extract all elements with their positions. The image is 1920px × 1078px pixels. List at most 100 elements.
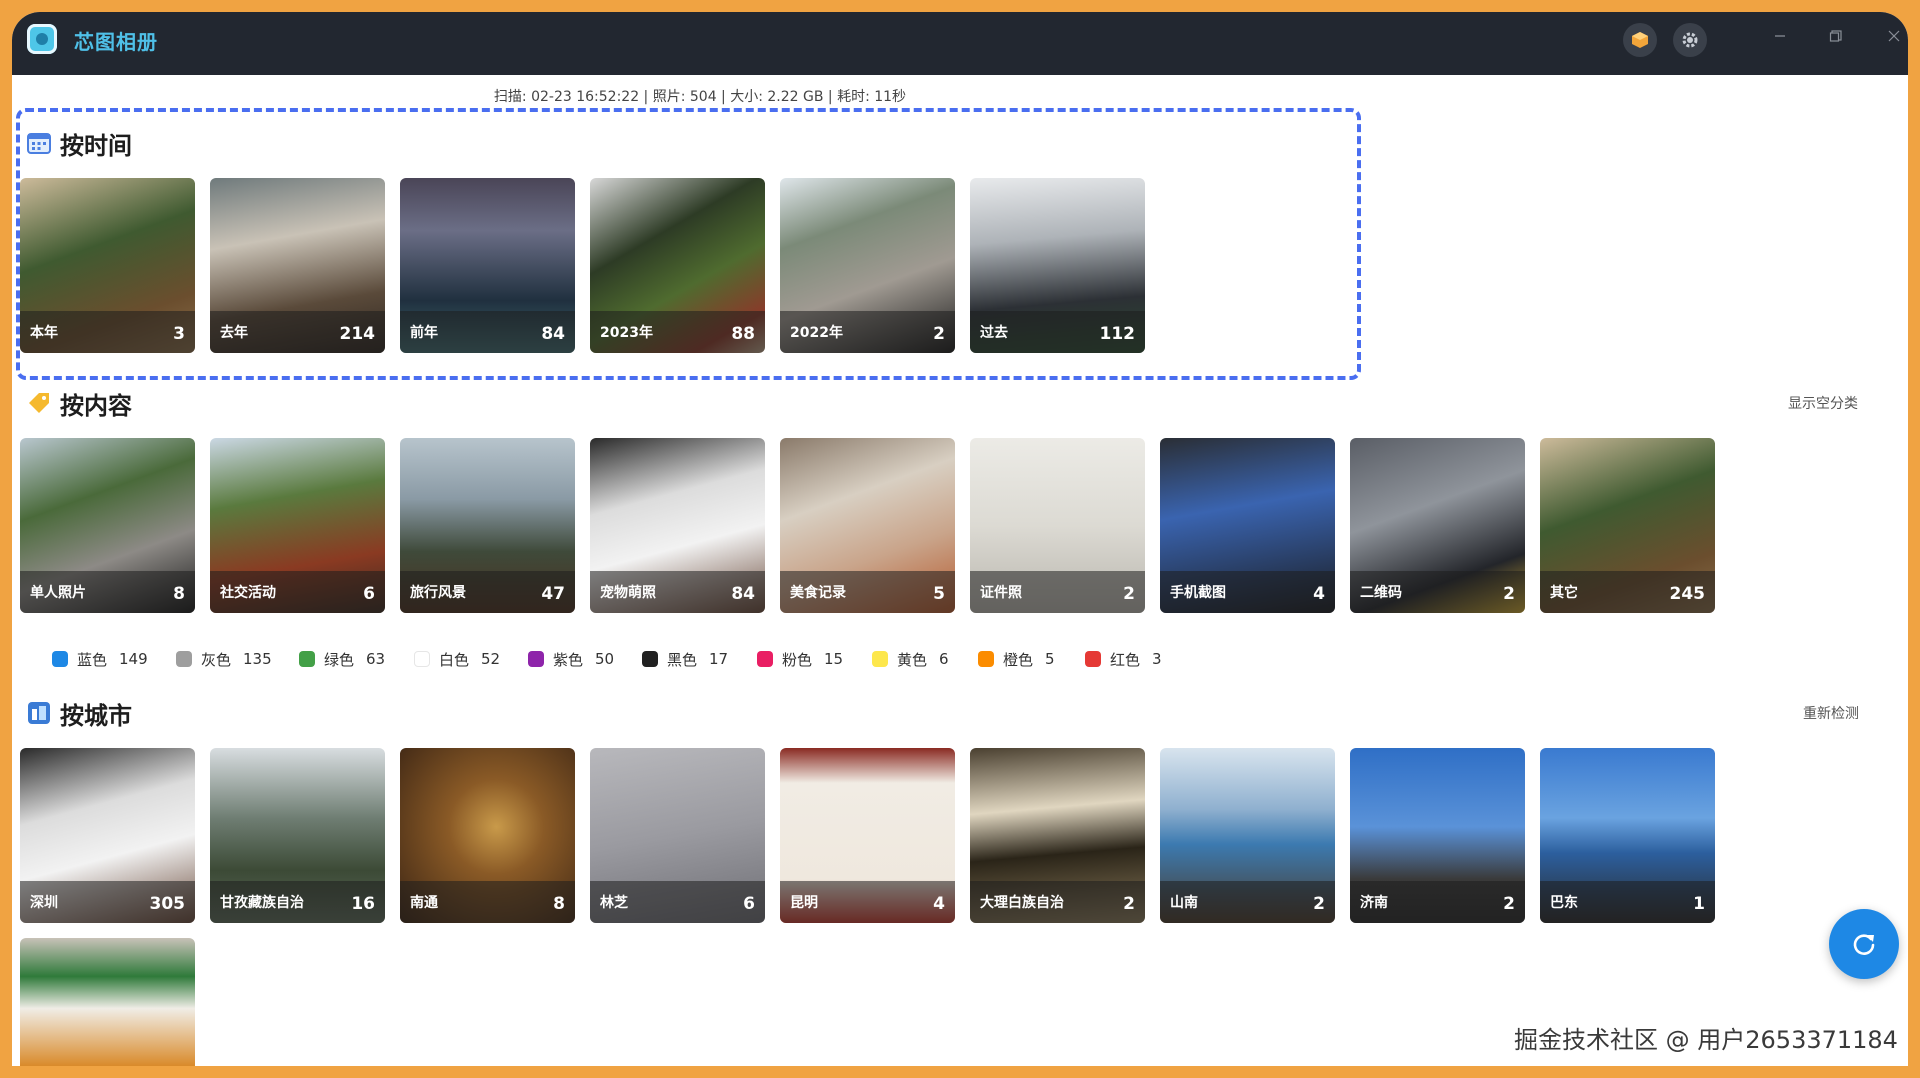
tile-label: 巴东 [1550, 895, 1578, 911]
tile-city[interactable]: 深圳 305 [20, 748, 195, 923]
tile-content[interactable]: 手机截图 4 [1160, 438, 1335, 613]
color-swatch [176, 651, 192, 667]
show-empty-categories-link[interactable]: 显示空分类 [1788, 393, 1858, 413]
tile-count: 8 [173, 584, 185, 604]
tile-label: 昆明 [790, 895, 818, 911]
tile-city[interactable]: 大理白族自治 2 [970, 748, 1145, 923]
tile-count: 2 [1503, 584, 1515, 604]
watermark: 掘金技术社区 @ 用户2653371184 [1514, 1026, 1898, 1054]
tile-label: 美食记录 [790, 585, 846, 601]
tile-label: 甘孜藏族自治 [220, 895, 304, 911]
color-filter-pink[interactable]: 粉色 15 [757, 648, 843, 670]
tile-label: 手机截图 [1170, 585, 1226, 601]
color-swatch [52, 651, 68, 667]
tile-label: 济南 [1360, 895, 1388, 911]
tile-label: 林芝 [600, 895, 628, 911]
color-swatch [872, 651, 888, 667]
tile-count: 88 [731, 324, 755, 344]
color-swatch [528, 651, 544, 667]
redetect-link[interactable]: 重新检测 [1803, 703, 1859, 723]
tile-content[interactable]: 证件照 2 [970, 438, 1145, 613]
color-swatch [299, 651, 315, 667]
tile-count: 16 [351, 894, 375, 914]
color-swatch [978, 651, 994, 667]
app-window: 芯图相册 扫描: 02-23 16:52:22 | 照片: 504 | 大小: … [12, 12, 1908, 1066]
tile-time[interactable]: 去年 214 [210, 178, 385, 353]
tile-label: 2023年 [600, 325, 653, 341]
color-swatch [642, 651, 658, 667]
tile-content[interactable]: 旅行风景 47 [400, 438, 575, 613]
tile-content[interactable]: 单人照片 8 [20, 438, 195, 613]
tile-time[interactable]: 过去 112 [970, 178, 1145, 353]
tile-label: 其它 [1550, 585, 1578, 601]
color-filter-red[interactable]: 红色 3 [1085, 648, 1162, 670]
color-filter-blue[interactable]: 蓝色 149 [52, 648, 148, 670]
tile-city[interactable]: 南通 8 [400, 748, 575, 923]
color-filter-yellow[interactable]: 黄色 6 [872, 648, 949, 670]
color-filter-black[interactable]: 黑色 17 [642, 648, 728, 670]
package-icon [1632, 32, 1648, 48]
tile-label: 过去 [980, 325, 1008, 341]
tile-label: 深圳 [30, 895, 58, 911]
tile-city[interactable]: 济南 2 [1350, 748, 1525, 923]
tile-label: 去年 [220, 325, 248, 341]
maximize-button[interactable] [1826, 28, 1846, 47]
tile-city-partial[interactable] [20, 938, 195, 1066]
close-icon [1888, 30, 1900, 42]
tile-count: 84 [731, 584, 755, 604]
tile-content[interactable]: 其它 245 [1540, 438, 1715, 613]
tile-label: 单人照片 [30, 585, 86, 601]
app-title: 芯图相册 [74, 30, 158, 54]
tile-city[interactable]: 甘孜藏族自治 16 [210, 748, 385, 923]
tile-count: 245 [1669, 584, 1706, 604]
color-filter-green[interactable]: 绿色 63 [299, 648, 385, 670]
color-swatch [1085, 651, 1101, 667]
tile-label: 南通 [410, 895, 438, 911]
settings-button[interactable] [1673, 23, 1707, 57]
color-filter-gray[interactable]: 灰色 135 [176, 648, 272, 670]
color-filter-orange[interactable]: 橙色 5 [978, 648, 1055, 670]
tile-label: 证件照 [980, 585, 1022, 601]
tile-city[interactable]: 昆明 4 [780, 748, 955, 923]
gear-icon [1682, 32, 1698, 48]
tile-label: 大理白族自治 [980, 895, 1064, 911]
minimize-button[interactable] [1770, 28, 1790, 47]
tile-count: 112 [1099, 324, 1136, 344]
color-filter-purple[interactable]: 紫色 50 [528, 648, 614, 670]
tile-content[interactable]: 社交活动 6 [210, 438, 385, 613]
tile-time[interactable]: 前年 84 [400, 178, 575, 353]
tag-icon [29, 393, 49, 413]
tile-content[interactable]: 美食记录 5 [780, 438, 955, 613]
tile-time[interactable]: 2022年 2 [780, 178, 955, 353]
tile-count: 2 [1313, 894, 1325, 914]
color-swatch [757, 651, 773, 667]
tile-count: 6 [363, 584, 375, 604]
tile-count: 5 [933, 584, 945, 604]
tile-count: 305 [149, 894, 186, 914]
tile-label: 旅行风景 [410, 585, 466, 601]
calendar-icon [27, 133, 51, 154]
tile-city[interactable]: 山南 2 [1160, 748, 1335, 923]
minimize-icon [1775, 35, 1785, 37]
tile-count: 214 [339, 324, 376, 344]
tile-content[interactable]: 二维码 2 [1350, 438, 1525, 613]
scan-summary: 扫描: 02-23 16:52:22 | 照片: 504 | 大小: 2.22 … [493, 89, 907, 105]
title-bar: 芯图相册 [12, 12, 1908, 75]
tile-label: 山南 [1170, 895, 1198, 911]
refresh-button[interactable] [1829, 909, 1899, 979]
tile-count: 4 [933, 894, 945, 914]
color-filter-white[interactable]: 白色 52 [414, 648, 500, 670]
tile-city[interactable]: 林芝 6 [590, 748, 765, 923]
tile-count: 47 [541, 584, 565, 604]
close-button[interactable] [1884, 28, 1904, 47]
package-button[interactable] [1623, 23, 1657, 57]
section-title-time: 按时间 [60, 132, 132, 160]
restore-icon [1829, 30, 1842, 42]
tile-city[interactable]: 巴东 1 [1540, 748, 1715, 923]
section-title-city: 按城市 [60, 702, 132, 730]
tile-count: 8 [553, 894, 565, 914]
tile-count: 2 [1503, 894, 1515, 914]
tile-time[interactable]: 本年 3 [20, 178, 195, 353]
tile-time[interactable]: 2023年 88 [590, 178, 765, 353]
tile-content[interactable]: 宠物萌照 84 [590, 438, 765, 613]
